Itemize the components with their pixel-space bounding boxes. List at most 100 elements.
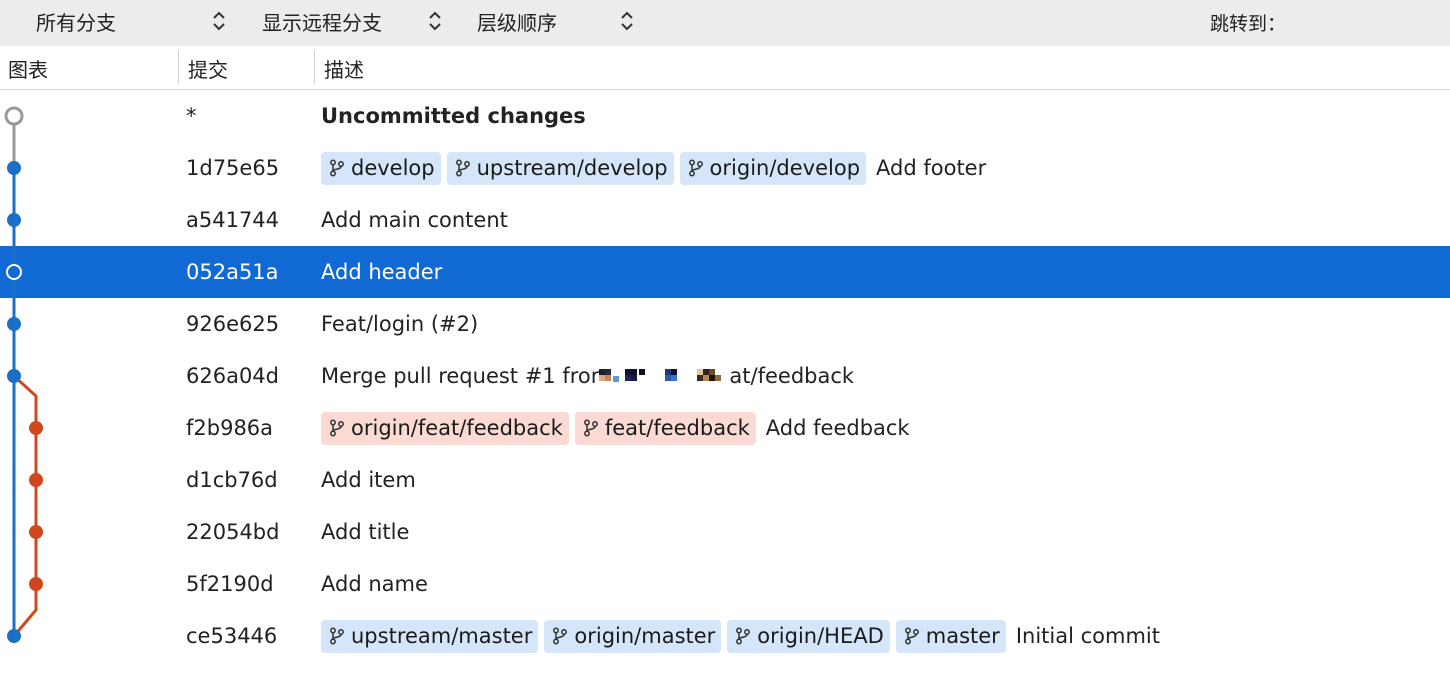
- commit-node[interactable]: [7, 213, 21, 227]
- commit-message: Feat/login (#2): [321, 312, 479, 336]
- commit-node[interactable]: [29, 421, 43, 435]
- ref-label: upstream/develop: [476, 156, 668, 180]
- remote-filter-select[interactable]: 显示远程分支: [262, 0, 382, 42]
- commit-node[interactable]: [29, 525, 43, 539]
- ref-label: origin/HEAD: [757, 624, 884, 648]
- commit-hash: a541744: [186, 208, 280, 232]
- commit-node[interactable]: [7, 317, 21, 331]
- branch-icon: [330, 159, 344, 177]
- commit-row[interactable]: * Uncommitted changes: [0, 90, 1450, 142]
- commit-message: Uncommitted changes: [321, 104, 586, 128]
- ref-label: master: [925, 624, 1000, 648]
- commit-description: Feat/login (#2): [321, 298, 478, 350]
- commit-hash: f2b986a: [186, 416, 274, 440]
- merge-commit-node[interactable]: [7, 369, 21, 383]
- commit-graph: [4, 106, 43, 643]
- commit-row[interactable]: 926e625 Feat/login (#2): [0, 298, 1450, 350]
- commit-row-selected[interactable]: 052a51a Add header: [0, 246, 1450, 298]
- commit-row[interactable]: d1cb76d Add item: [0, 454, 1450, 506]
- branch-filter-select[interactable]: 所有分支: [36, 0, 116, 42]
- commit-row[interactable]: f2b986a origin/feat/feedback feat/feedba…: [0, 402, 1450, 454]
- branch-ref-badge[interactable]: origin/feat/feedback: [321, 411, 569, 445]
- order-label: 层级顺序: [477, 10, 557, 35]
- commit-message: Merge pull request #1 fror: [321, 364, 600, 388]
- commit-hash: 5f2190d: [186, 572, 274, 596]
- commit-message: Add feedback: [765, 416, 910, 440]
- commit-row[interactable]: a541744 Add main content: [0, 194, 1450, 246]
- commit-node[interactable]: [29, 473, 43, 487]
- up-down-chevron-icon[interactable]: [619, 9, 635, 33]
- branch-ref-badge[interactable]: develop: [321, 151, 441, 185]
- up-down-chevron-icon[interactable]: [211, 9, 227, 33]
- column-header-description[interactable]: 描述: [324, 54, 364, 83]
- commit-row[interactable]: 1d75e65 develop upstream/develop origin/…: [0, 142, 1450, 194]
- ref-label: origin/master: [574, 624, 716, 648]
- commit-node[interactable]: [29, 577, 43, 591]
- ref-label: feat/feedback: [604, 416, 750, 440]
- commit-hash: 1d75e65: [186, 156, 280, 180]
- up-down-chevron-icon[interactable]: [427, 9, 443, 33]
- commit-description: develop upstream/develop origin/develop …: [321, 142, 986, 194]
- column-header-bar: 图表 提交 描述: [0, 46, 1450, 90]
- commit-description: Add header: [321, 246, 442, 298]
- commit-message: Add title: [321, 520, 410, 544]
- commit-description: Add title: [321, 506, 409, 558]
- branch-icon: [688, 159, 703, 177]
- pixelated-username-mask: [599, 369, 722, 382]
- ref-label: origin/develop: [709, 156, 861, 180]
- commit-hash: *: [186, 104, 197, 128]
- branch-icon: [330, 419, 344, 437]
- column-divider[interactable]: [178, 50, 179, 84]
- commit-message: Add footer: [876, 156, 987, 180]
- branch-icon: [455, 159, 470, 177]
- commit-description: upstream/master origin/master origin/HEA…: [321, 610, 1160, 662]
- branch-ref-badge[interactable]: master: [895, 619, 1006, 653]
- ref-label: upstream/master: [351, 624, 533, 648]
- commit-message: Add name: [321, 572, 428, 596]
- commit-row[interactable]: 5f2190d Add name: [0, 558, 1450, 610]
- commit-description: Uncommitted changes: [321, 90, 586, 142]
- commit-row[interactable]: ce53446 upstream/master origin/master or…: [0, 610, 1450, 662]
- commit-hash: 926e625: [186, 312, 280, 336]
- commit-node[interactable]: [7, 161, 21, 175]
- branch-icon: [904, 627, 919, 645]
- branch-ref-badge[interactable]: origin/develop: [679, 151, 867, 185]
- branch-icon: [553, 627, 568, 645]
- commit-node[interactable]: [7, 629, 21, 643]
- order-select[interactable]: 层级顺序: [477, 0, 557, 42]
- commit-message: Add main content: [321, 208, 508, 232]
- jump-to-label: 跳转到：: [1210, 13, 1287, 35]
- commit-hash: 22054bd: [186, 520, 280, 544]
- branch-icon: [330, 627, 344, 645]
- remote-filter-label: 显示远程分支: [262, 10, 382, 35]
- commit-hash: d1cb76d: [186, 468, 278, 492]
- commit-description: Add name: [321, 558, 428, 610]
- commit-description: origin/feat/feedback feat/feedback Add f…: [321, 402, 910, 454]
- commit-message-suffix: at/feedback: [729, 364, 855, 388]
- commit-hash: 052a51a: [186, 260, 279, 284]
- ref-label: develop: [351, 156, 435, 180]
- ref-label: origin/feat/feedback: [351, 416, 563, 440]
- commit-row[interactable]: 22054bd Add title: [0, 506, 1450, 558]
- uncommitted-node[interactable]: [4, 106, 24, 126]
- commit-description: Merge pull request #1 fror at/feedback: [321, 350, 854, 402]
- branch-ref-badge[interactable]: origin/HEAD: [727, 619, 890, 653]
- commit-description: Add item: [321, 454, 416, 506]
- commit-message: Add item: [321, 468, 416, 492]
- commit-message: Initial commit: [1015, 624, 1160, 648]
- branch-ref-badge[interactable]: upstream/master: [321, 619, 539, 653]
- column-header-commit[interactable]: 提交: [188, 54, 228, 83]
- branch-ref-badge[interactable]: upstream/develop: [446, 151, 674, 185]
- branch-ref-badge[interactable]: origin/master: [544, 619, 722, 653]
- commit-hash: 626a04d: [186, 364, 280, 388]
- branch-filter-label: 所有分支: [36, 10, 116, 35]
- commit-node-selected[interactable]: [6, 264, 22, 280]
- column-divider[interactable]: [314, 50, 315, 84]
- branch-ref-badge[interactable]: feat/feedback: [574, 411, 756, 445]
- graph-line-feature: [12, 374, 38, 637]
- toolbar: 所有分支 显示远程分支 层级顺序 跳转到：: [0, 0, 1450, 46]
- column-header-graph[interactable]: 图表: [8, 54, 48, 83]
- commit-hash: ce53446: [186, 624, 278, 648]
- commit-row[interactable]: 626a04d Merge pull request #1 fror at/fe…: [0, 350, 1450, 402]
- commit-description: Add main content: [321, 194, 508, 246]
